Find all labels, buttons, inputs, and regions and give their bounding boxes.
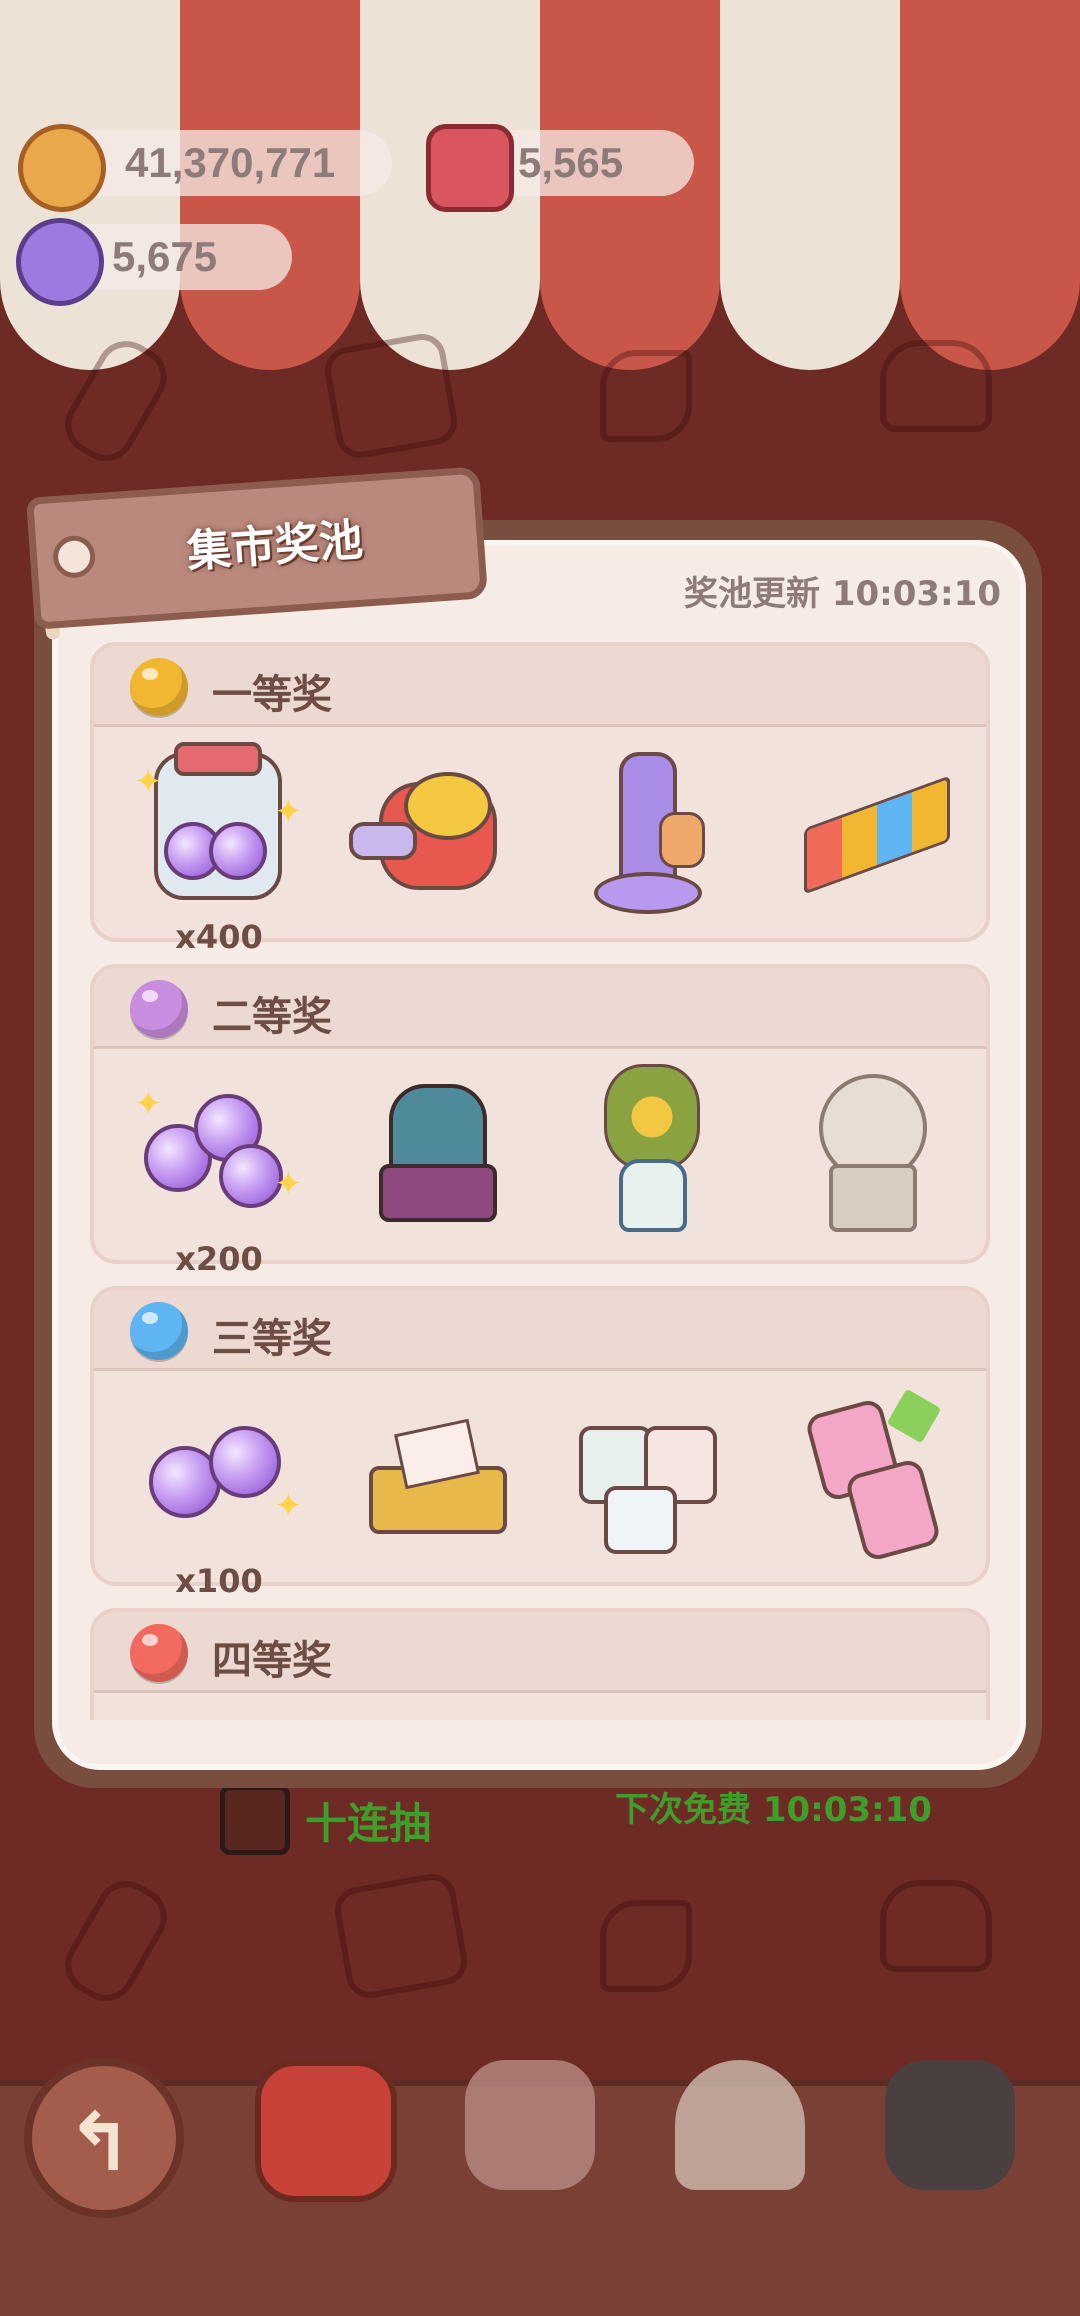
paint-buckets-icon[interactable] — [564, 1386, 734, 1556]
purple-ball-icon — [130, 980, 188, 1038]
purple-candy-icon — [16, 218, 104, 306]
ten-draw-checkbox[interactable] — [220, 1785, 290, 1855]
pool-update-timer: 奖池更新 10:03:10 — [684, 574, 1001, 614]
blue-ball-icon — [130, 1302, 188, 1360]
back-icon: ↰ — [66, 2096, 134, 2189]
red-candle-icon — [426, 124, 514, 212]
cookie-coin-icon — [18, 124, 106, 212]
red-candle-counter[interactable]: 5,565 — [426, 124, 694, 212]
prize-tier-2: 二等奖 ✦ ✦ x200 — [90, 964, 990, 1278]
item-quantity: x100 — [175, 1562, 263, 1600]
burger-doodle-icon — [880, 1880, 992, 1972]
guitar-doodle-icon — [54, 1870, 178, 2012]
prize-tier-1: 一等奖 ✦ ✦ x400 — [90, 642, 990, 956]
market-stall-icon[interactable] — [255, 2060, 397, 2202]
tier-name: 一等奖 — [212, 672, 332, 718]
tier-header: 一等奖 — [94, 646, 986, 727]
twin-bunny-icon[interactable] — [465, 2060, 595, 2190]
candy-pair-icon[interactable]: ✦ — [134, 1386, 304, 1556]
prize-tier-4: 四等奖 — [90, 1608, 990, 1720]
purple-candy-counter[interactable]: 5,675 — [16, 218, 292, 306]
tier-name: 四等奖 — [212, 1638, 332, 1684]
mushroom-house-icon[interactable] — [675, 2060, 805, 2190]
candy-pile-icon[interactable]: ✦ ✦ — [134, 1064, 304, 1234]
candy-jar-icon[interactable]: ✦ ✦ — [134, 742, 304, 912]
burger-doodle-icon — [880, 340, 992, 432]
prize-tier-list[interactable]: 一等奖 ✦ ✦ x400 二等奖 ✦ ✦ x200 三等奖 ✦ x100 四等奖 — [52, 630, 1026, 1720]
flip-phone-icon[interactable] — [784, 1386, 954, 1563]
cookie-coin-counter[interactable]: 41,370,771 — [18, 124, 392, 212]
starfish-doodle-icon — [600, 1900, 692, 1992]
hopscotch-mat-icon[interactable] — [784, 742, 954, 912]
letter-basket-icon[interactable] — [349, 1386, 519, 1556]
tier-name: 三等奖 — [212, 1316, 332, 1362]
cat-tree-icon[interactable] — [564, 742, 734, 914]
starfish-doodle-icon — [600, 350, 692, 442]
gold-ball-icon — [130, 658, 188, 716]
tier-header: 三等奖 — [94, 1290, 986, 1371]
item-quantity: x400 — [175, 918, 263, 956]
tag-hole — [51, 534, 97, 580]
tier-header: 四等奖 — [94, 1612, 986, 1693]
modal-title: 集市奖池 — [185, 514, 365, 578]
airplane-teapot-icon[interactable] — [349, 742, 519, 912]
cube-doodle-icon — [331, 1870, 471, 2002]
tier-name: 二等奖 — [212, 994, 332, 1040]
tier-header: 二等奖 — [94, 968, 986, 1049]
prize-tier-3: 三等奖 ✦ x100 — [90, 1286, 990, 1600]
item-quantity: x200 — [175, 1240, 263, 1278]
cube-doodle-icon — [321, 330, 461, 462]
ten-draw-label: 十连抽 — [305, 1799, 432, 1848]
next-free-label: 下次免费 10:03:10 — [615, 1790, 932, 1830]
flower-vase-icon[interactable] — [564, 1064, 734, 1234]
dark-beast-icon[interactable] — [885, 2060, 1015, 2190]
back-button[interactable]: ↰ — [24, 2058, 184, 2218]
backpack-icon[interactable] — [349, 1064, 519, 1234]
red-ball-icon — [130, 1624, 188, 1682]
poodle-statue-icon[interactable] — [784, 1064, 954, 1234]
